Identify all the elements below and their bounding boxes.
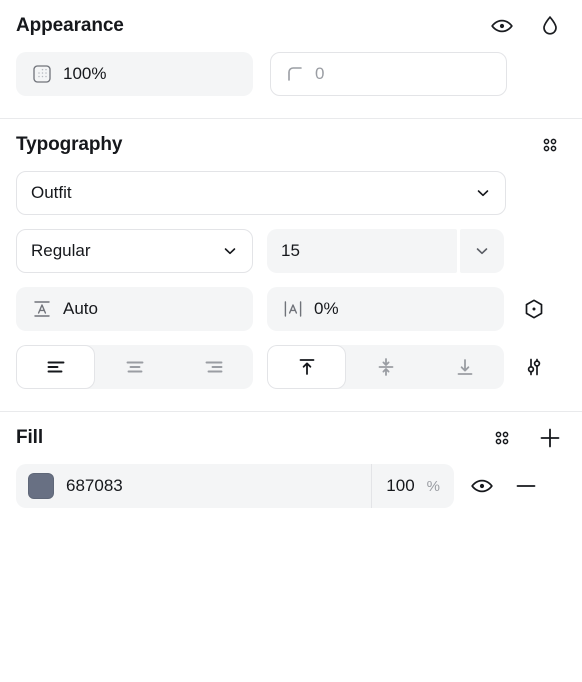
fill-color-control: 687083 100 % xyxy=(16,464,454,508)
opacity-field[interactable]: 100% xyxy=(16,52,253,96)
opacity-grid-icon xyxy=(31,63,53,85)
line-height-value: Auto xyxy=(63,299,98,318)
font-family-select[interactable]: Outfit xyxy=(16,171,506,215)
font-size-dropdown-button[interactable] xyxy=(460,229,504,273)
eye-icon[interactable] xyxy=(466,470,498,502)
appearance-title: Appearance xyxy=(16,15,124,36)
typography-header: Typography xyxy=(16,119,566,171)
line-height-field[interactable]: Auto xyxy=(16,287,253,331)
align-top-button[interactable] xyxy=(267,345,346,389)
minus-icon[interactable] xyxy=(510,470,542,502)
alignment-row xyxy=(16,345,566,389)
font-weight-select[interactable]: Regular xyxy=(16,229,253,273)
font-family-row: Outfit xyxy=(16,171,566,215)
font-family-value: Outfit xyxy=(31,183,72,202)
chevron-down-icon xyxy=(474,243,490,259)
horizontal-align-group xyxy=(16,345,253,389)
align-left-button[interactable] xyxy=(16,345,95,389)
appearance-fields-row: 100% 0 xyxy=(16,52,566,96)
letter-spacing-value: 0% xyxy=(314,299,339,318)
fill-header-actions xyxy=(486,422,566,454)
font-weight-value: Regular xyxy=(31,241,91,260)
line-height-icon xyxy=(31,298,53,320)
eye-icon[interactable] xyxy=(486,10,518,42)
plus-icon[interactable] xyxy=(534,422,566,454)
letter-spacing-field[interactable]: 0% xyxy=(267,287,504,331)
align-center-button[interactable] xyxy=(95,345,174,389)
letter-spacing-icon xyxy=(282,298,304,320)
align-bottom-button[interactable] xyxy=(425,345,504,389)
align-middle-button[interactable] xyxy=(346,345,425,389)
droplet-icon[interactable] xyxy=(534,10,566,42)
align-right-button[interactable] xyxy=(174,345,253,389)
fill-opacity-input[interactable]: 100 % xyxy=(372,476,454,496)
fill-section: Fill 687083 100 % xyxy=(0,412,582,508)
four-dots-icon[interactable] xyxy=(486,422,518,454)
font-size-value: 15 xyxy=(281,241,300,260)
fill-hex-input[interactable]: 687083 xyxy=(16,473,371,499)
four-dots-icon[interactable] xyxy=(534,129,566,161)
font-size-input[interactable]: 15 xyxy=(267,229,457,273)
appearance-spacer xyxy=(0,96,582,118)
hexagon-dot-icon[interactable] xyxy=(518,293,550,325)
font-size-group: 15 xyxy=(267,229,504,273)
appearance-header-actions xyxy=(486,10,566,42)
color-swatch[interactable] xyxy=(28,473,54,499)
typography-spacer xyxy=(0,403,582,411)
line-letter-row: Auto 0% xyxy=(16,287,566,331)
properties-panel: Appearance 100% 0 Typography Outfit Regu… xyxy=(0,0,582,682)
fill-opacity-unit: % xyxy=(426,478,440,495)
chevron-down-icon xyxy=(475,185,491,201)
fill-header: Fill xyxy=(16,412,566,464)
chevron-down-icon xyxy=(222,243,238,259)
corner-radius-field[interactable]: 0 xyxy=(270,52,507,96)
appearance-header: Appearance xyxy=(16,0,566,52)
fill-opacity-value: 100 xyxy=(386,476,415,495)
fill-title: Fill xyxy=(16,427,44,448)
corner-radius-icon xyxy=(285,64,305,84)
typography-title: Typography xyxy=(16,134,123,155)
sliders-icon[interactable] xyxy=(518,351,550,383)
opacity-value: 100% xyxy=(63,64,107,83)
appearance-section: Appearance 100% 0 xyxy=(0,0,582,96)
typography-section: Typography Outfit Regular 15 Auto 0% xyxy=(0,119,582,403)
typography-header-actions xyxy=(534,129,566,161)
font-weight-size-row: Regular 15 xyxy=(16,229,566,273)
corner-radius-value: 0 xyxy=(315,64,325,83)
fill-item-row: 687083 100 % xyxy=(16,464,566,508)
vertical-align-group xyxy=(267,345,504,389)
fill-hex-value: 687083 xyxy=(66,476,123,495)
